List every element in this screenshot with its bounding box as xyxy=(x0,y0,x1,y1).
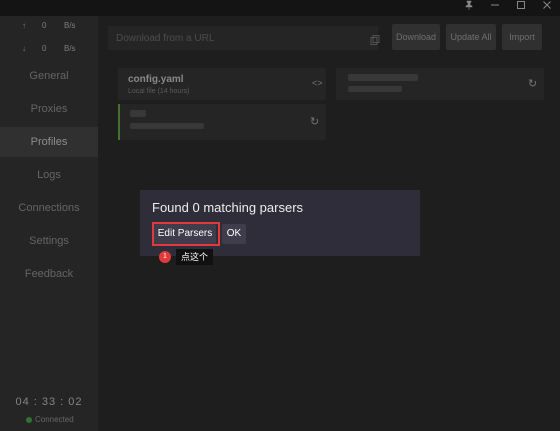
app-window: ↑ 0 B/s ↓ 0 B/s General Proxies Profiles… xyxy=(0,0,560,431)
ok-button[interactable]: OK xyxy=(222,224,246,244)
annotation-tip: 点这个 xyxy=(176,249,214,265)
dialog-title: Found 0 matching parsers xyxy=(152,200,304,215)
step-badge: 1 xyxy=(159,251,171,263)
highlight-box xyxy=(152,222,220,246)
